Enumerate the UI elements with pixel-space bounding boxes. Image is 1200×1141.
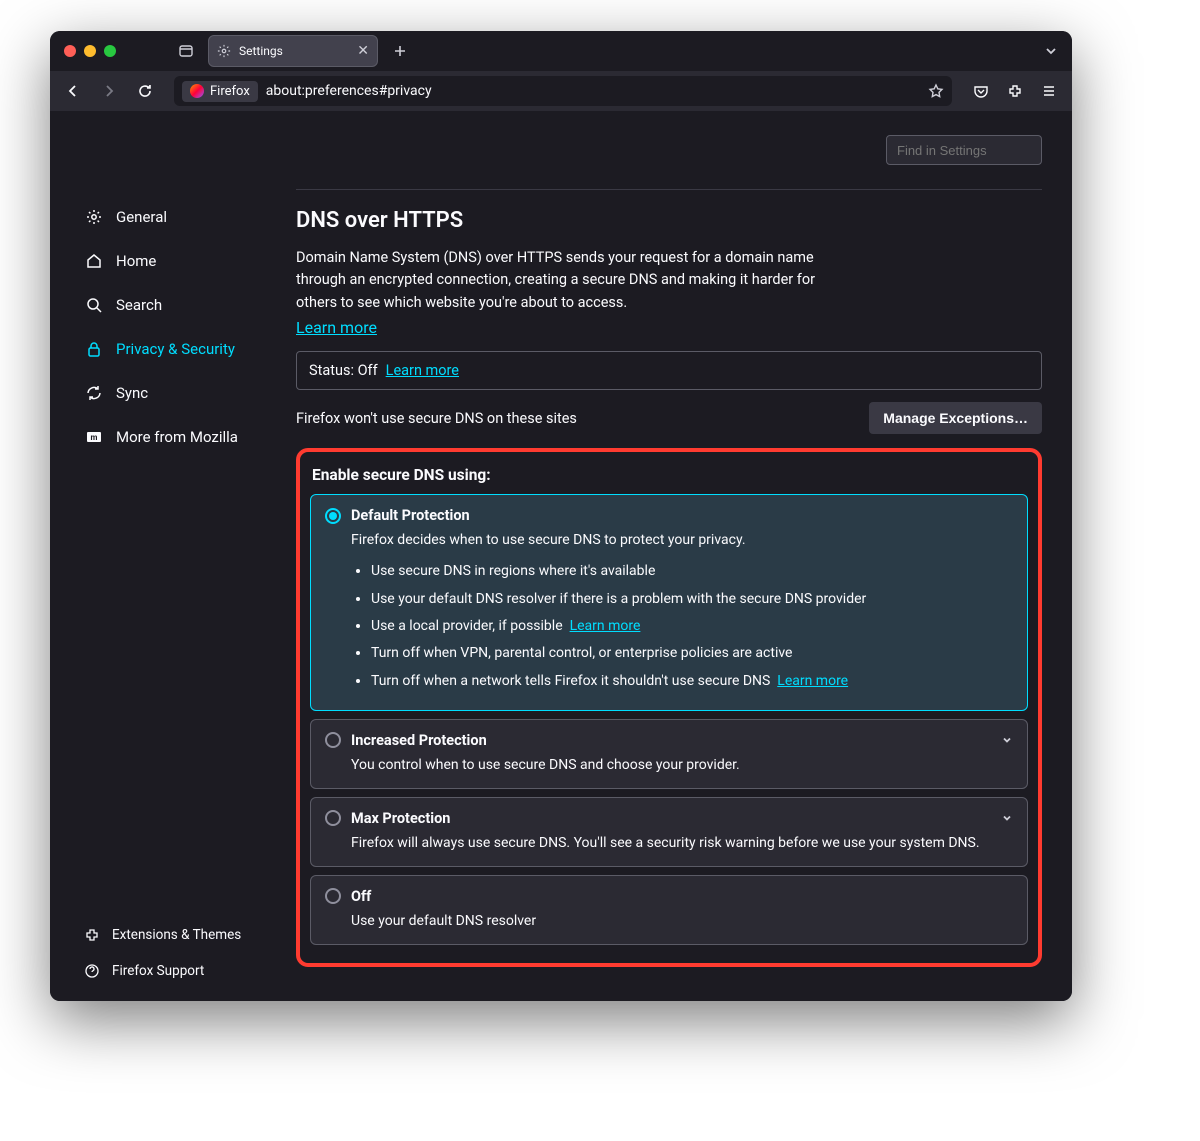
bullet-item: Use a local provider, if possible Learn … [371, 616, 1013, 636]
sidebar-link-support[interactable]: Firefox Support [78, 957, 276, 985]
bookmark-star-icon[interactable] [928, 83, 944, 99]
extensions-icon[interactable] [1000, 76, 1030, 106]
sidebar-item-label: Search [116, 296, 162, 314]
maximize-window-button[interactable] [104, 45, 116, 57]
sidebar-item-privacy[interactable]: Privacy & Security [78, 331, 276, 367]
exceptions-label: Firefox won't use secure DNS on these si… [296, 410, 577, 427]
option-bullets: Use secure DNS in regions where it's ava… [371, 561, 1013, 690]
option-default-protection[interactable]: Default Protection Firefox decides when … [310, 494, 1028, 710]
sidebar-item-label: Sync [116, 384, 148, 402]
option-description: Firefox will always use secure DNS. You'… [351, 833, 1013, 854]
settings-content: General Home Search Privacy & Security S… [50, 111, 1072, 1001]
option-max-protection[interactable]: Max Protection Firefox will always use s… [310, 797, 1028, 867]
sidebar-link-extensions[interactable]: Extensions & Themes [78, 921, 276, 949]
identity-label: Firefox [210, 84, 250, 99]
sidebar-item-home[interactable]: Home [78, 243, 276, 279]
secure-dns-options-highlight: Enable secure DNS using: Default Protect… [296, 448, 1042, 966]
bullet-item: Turn off when a network tells Firefox it… [371, 671, 1013, 691]
lock-icon [84, 340, 104, 358]
reload-button[interactable] [130, 76, 160, 106]
option-title: Max Protection [351, 810, 450, 827]
help-icon [84, 963, 100, 979]
close-window-button[interactable] [64, 45, 76, 57]
tab-overview-icon[interactable] [172, 37, 200, 65]
close-tab-icon[interactable]: ✕ [357, 43, 369, 59]
new-tab-button[interactable] [386, 37, 414, 65]
option-description: You control when to use secure DNS and c… [351, 755, 1013, 776]
home-icon [84, 252, 104, 270]
option-title: Default Protection [351, 507, 470, 524]
svg-text:m: m [91, 433, 98, 442]
radio-button[interactable] [325, 888, 341, 904]
window-controls [64, 45, 116, 57]
sidebar-link-label: Firefox Support [112, 963, 204, 979]
radio-button[interactable] [325, 508, 341, 524]
bullet-item: Use your default DNS resolver if there i… [371, 589, 1013, 609]
settings-sidebar: General Home Search Privacy & Security S… [50, 111, 286, 1001]
sidebar-item-sync[interactable]: Sync [78, 375, 276, 411]
chevron-down-icon[interactable] [1001, 734, 1013, 746]
option-description: Firefox decides when to use secure DNS t… [351, 530, 1013, 551]
firefox-logo-icon [190, 84, 204, 98]
sidebar-item-general[interactable]: General [78, 199, 276, 235]
all-tabs-button[interactable] [1044, 44, 1058, 58]
learn-more-link[interactable]: Learn more [296, 318, 377, 337]
option-increased-protection[interactable]: Increased Protection You control when to… [310, 719, 1028, 789]
option-off[interactable]: Off Use your default DNS resolver [310, 875, 1028, 945]
toolbar: Firefox about:preferences#privacy [50, 71, 1072, 111]
sidebar-item-mozilla[interactable]: m More from Mozilla [78, 419, 276, 455]
tab-settings[interactable]: Settings ✕ [208, 35, 378, 67]
gear-icon [84, 208, 104, 226]
find-in-settings-input[interactable] [886, 135, 1042, 165]
status-learn-more-link[interactable]: Learn more [386, 362, 459, 379]
manage-exceptions-button[interactable]: Manage Exceptions… [869, 402, 1042, 434]
app-menu-icon[interactable] [1034, 76, 1064, 106]
bullet-item: Use secure DNS in regions where it's ava… [371, 561, 1013, 581]
forward-button[interactable] [94, 76, 124, 106]
option-description: Use your default DNS resolver [351, 911, 1013, 932]
back-button[interactable] [58, 76, 88, 106]
identity-chip[interactable]: Firefox [182, 81, 258, 102]
sidebar-item-label: More from Mozilla [116, 428, 238, 446]
sidebar-item-label: Privacy & Security [116, 340, 235, 358]
option-title: Increased Protection [351, 732, 487, 749]
gear-icon [217, 44, 231, 58]
sidebar-item-label: General [116, 208, 167, 226]
radio-button[interactable] [325, 732, 341, 748]
titlebar: Settings ✕ [50, 31, 1072, 71]
group-title: Enable secure DNS using: [312, 466, 1028, 484]
sidebar-link-label: Extensions & Themes [112, 927, 241, 943]
minimize-window-button[interactable] [84, 45, 96, 57]
sidebar-item-label: Home [116, 252, 156, 270]
option-title: Off [351, 888, 371, 905]
pocket-icon[interactable] [966, 76, 996, 106]
sync-icon [84, 384, 104, 402]
radio-button[interactable] [325, 810, 341, 826]
bullet-learn-more-link[interactable]: Learn more [777, 673, 848, 689]
section-title: DNS over HTTPS [296, 208, 1042, 233]
sidebar-item-search[interactable]: Search [78, 287, 276, 323]
tab-label: Settings [239, 44, 283, 58]
chevron-down-icon[interactable] [1001, 812, 1013, 824]
puzzle-icon [84, 927, 100, 943]
bullet-item: Turn off when VPN, parental control, or … [371, 643, 1013, 663]
url-text: about:preferences#privacy [266, 83, 432, 99]
bullet-learn-more-link[interactable]: Learn more [570, 618, 641, 634]
mozilla-icon: m [84, 428, 104, 446]
url-bar[interactable]: Firefox about:preferences#privacy [174, 76, 952, 106]
settings-main: DNS over HTTPS Domain Name System (DNS) … [286, 111, 1072, 1001]
section-description: Domain Name System (DNS) over HTTPS send… [296, 247, 856, 314]
search-icon [84, 296, 104, 314]
dns-status-box: Status: Off Learn more [296, 351, 1042, 390]
browser-window: Settings ✕ Firefox about:preferences#pri… [50, 31, 1072, 1001]
status-label: Status: Off [309, 362, 378, 379]
